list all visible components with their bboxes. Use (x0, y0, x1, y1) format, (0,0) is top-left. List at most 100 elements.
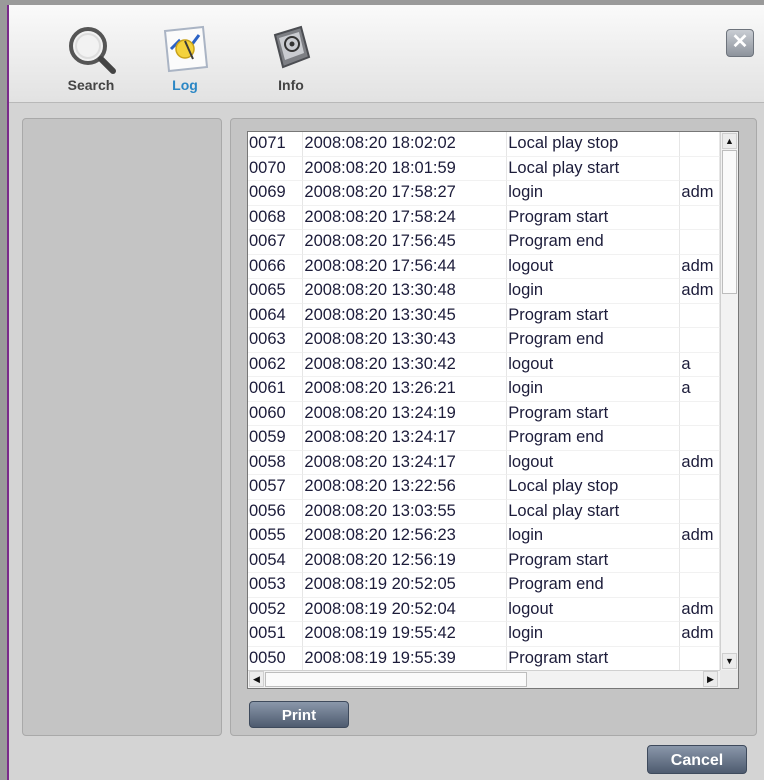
table-row[interactable]: 0059 2008:08:20 13:24:17 Program end (248, 426, 720, 451)
tab-search-label: Search (67, 77, 115, 93)
vertical-scroll-thumb[interactable] (722, 150, 737, 294)
log-event: logout (507, 352, 681, 377)
log-datetime: 2008:08:20 12:56:19 (303, 548, 508, 573)
print-button[interactable]: Print (249, 701, 349, 728)
log-number: 0052 (248, 597, 304, 622)
table-row[interactable]: 0069 2008:08:20 17:58:27 login adm (248, 181, 720, 206)
log-datetime: 2008:08:20 13:24:17 (303, 426, 508, 451)
log-list: 0071 2008:08:20 18:02:02 Local play stop 00… (247, 131, 739, 689)
log-user (680, 303, 720, 328)
log-event: Local play stop (507, 132, 681, 157)
log-user: adm (680, 622, 720, 647)
table-row[interactable]: 0054 2008:08:20 12:56:19 Program start (248, 548, 720, 573)
log-event: login (507, 279, 681, 304)
log-datetime: 2008:08:20 13:22:56 (303, 475, 508, 500)
log-user: a (680, 352, 720, 377)
table-row[interactable]: 0067 2008:08:20 17:56:45 Program end (248, 230, 720, 255)
log-datetime: 2008:08:20 13:03:55 (303, 499, 508, 524)
log-number: 0058 (248, 450, 304, 475)
log-number: 0056 (248, 499, 304, 524)
scroll-right-button[interactable]: ▶ (703, 671, 718, 687)
table-row[interactable]: 0064 2008:08:20 13:30:45 Program start (248, 303, 720, 328)
search-icon (69, 27, 116, 74)
horizontal-scroll-thumb[interactable] (265, 672, 527, 687)
table-row[interactable]: 0061 2008:08:20 13:26:21 login a (248, 377, 720, 402)
log-datetime: 2008:08:19 20:52:05 (303, 573, 508, 598)
log-datetime: 2008:08:20 18:02:02 (303, 132, 508, 157)
table-row[interactable]: 0062 2008:08:20 13:30:42 logout a (248, 352, 720, 377)
log-event: Program start (507, 548, 681, 573)
table-row[interactable]: 0060 2008:08:20 13:24:19 Program start (248, 401, 720, 426)
cancel-button[interactable]: Cancel (647, 745, 747, 774)
tab-info[interactable]: Info (251, 19, 331, 93)
log-number: 0059 (248, 426, 304, 451)
table-row[interactable]: 0057 2008:08:20 13:22:56 Local play stop (248, 475, 720, 500)
table-row[interactable]: 0056 2008:08:20 13:03:55 Local play start (248, 499, 720, 524)
log-datetime: 2008:08:20 13:30:43 (303, 328, 508, 353)
log-number: 0068 (248, 205, 304, 230)
log-user: a (680, 377, 720, 402)
log-user: adm (680, 524, 720, 549)
log-number: 0053 (248, 573, 304, 598)
tab-log[interactable]: Log (145, 19, 225, 93)
log-event: login (507, 181, 681, 206)
log-event: logout (507, 597, 681, 622)
scroll-left-button[interactable]: ◀ (249, 671, 264, 687)
table-row[interactable]: 0053 2008:08:19 20:52:05 Program end (248, 573, 720, 598)
table-row[interactable]: 0065 2008:08:20 13:30:48 login adm (248, 279, 720, 304)
log-datetime: 2008:08:20 13:30:42 (303, 352, 508, 377)
log-number: 0071 (248, 132, 304, 157)
left-panel (22, 118, 222, 736)
log-datetime: 2008:08:19 19:55:39 (303, 646, 508, 670)
log-event: login (507, 524, 681, 549)
log-number: 0057 (248, 475, 304, 500)
vertical-scrollbar[interactable]: ▲ ▼ (720, 132, 738, 670)
log-number: 0064 (248, 303, 304, 328)
log-event: login (507, 622, 681, 647)
table-row[interactable]: 0063 2008:08:20 13:30:43 Program end (248, 328, 720, 353)
close-button[interactable]: ✕ (726, 29, 754, 57)
log-number: 0054 (248, 548, 304, 573)
log-user: adm (680, 597, 720, 622)
log-datetime: 2008:08:20 12:56:23 (303, 524, 508, 549)
table-row[interactable]: 0071 2008:08:20 18:02:02 Local play stop (248, 132, 720, 157)
log-event: Program end (507, 230, 681, 255)
log-number: 0066 (248, 254, 304, 279)
table-row[interactable]: 0051 2008:08:19 19:55:42 login adm (248, 622, 720, 647)
log-user (680, 548, 720, 573)
log-user: adm (680, 181, 720, 206)
table-row[interactable]: 0068 2008:08:20 17:58:24 Program start (248, 205, 720, 230)
log-event: logout (507, 254, 681, 279)
table-row[interactable]: 0052 2008:08:19 20:52:04 logout adm (248, 597, 720, 622)
log-datetime: 2008:08:20 13:24:19 (303, 401, 508, 426)
log-event: logout (507, 450, 681, 475)
log-datetime: 2008:08:20 13:30:48 (303, 279, 508, 304)
log-datetime: 2008:08:20 13:24:17 (303, 450, 508, 475)
info-icon (273, 25, 311, 69)
scroll-down-button[interactable]: ▼ (722, 653, 737, 669)
log-number: 0051 (248, 622, 304, 647)
log-event: login (507, 377, 681, 402)
log-event: Local play start (507, 156, 681, 181)
tab-search[interactable]: Search (51, 19, 131, 93)
table-row[interactable]: 0050 2008:08:19 19:55:39 Program start (248, 646, 720, 670)
horizontal-scrollbar[interactable]: ◀ ▶ (248, 670, 720, 688)
log-event: Program end (507, 328, 681, 353)
table-row[interactable]: 0055 2008:08:20 12:56:23 login adm (248, 524, 720, 549)
table-row[interactable]: 0070 2008:08:20 18:01:59 Local play start (248, 156, 720, 181)
scroll-up-button[interactable]: ▲ (722, 133, 737, 149)
log-user (680, 573, 720, 598)
log-user (680, 328, 720, 353)
log-user (680, 156, 720, 181)
log-user (680, 132, 720, 157)
log-number: 0055 (248, 524, 304, 549)
log-number: 0069 (248, 181, 304, 206)
table-row[interactable]: 0058 2008:08:20 13:24:17 logout adm (248, 450, 720, 475)
table-row[interactable]: 0066 2008:08:20 17:56:44 logout adm (248, 254, 720, 279)
log-event: Program end (507, 573, 681, 598)
log-panel: 0071 2008:08:20 18:02:02 Local play stop 00… (230, 118, 757, 736)
log-icon (163, 25, 209, 73)
log-datetime: 2008:08:20 13:30:45 (303, 303, 508, 328)
scroll-corner (720, 670, 738, 688)
tab-log-label: Log (172, 77, 198, 93)
